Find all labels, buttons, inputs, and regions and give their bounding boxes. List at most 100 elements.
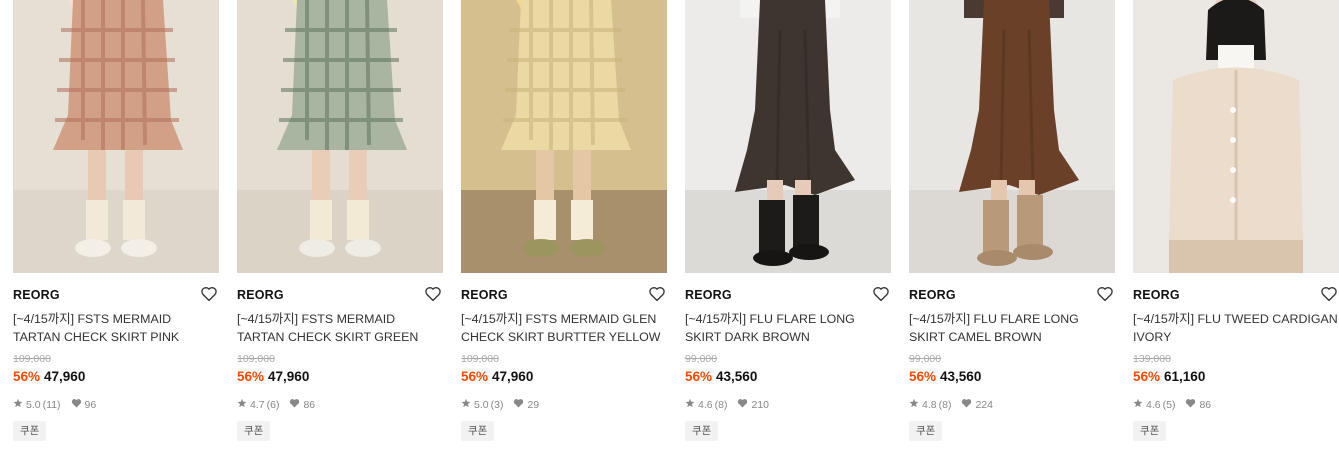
brand-name[interactable]: REORG xyxy=(13,288,60,302)
review-count: (11) xyxy=(42,398,61,411)
star-icon xyxy=(1133,398,1143,411)
rating-value: 5.0 xyxy=(474,398,489,411)
product-photo xyxy=(237,0,443,273)
product-title[interactable]: [~4/15까지] FSTS MERMAID TARTAN CHECK SKIR… xyxy=(13,310,221,346)
original-price: 99,000 xyxy=(909,353,942,365)
sale-price: 43,560 xyxy=(716,369,758,384)
product-image[interactable] xyxy=(237,0,443,273)
product-card[interactable]: REORG [~4/15까지] FSTS MERMAID TARTAN CHEC… xyxy=(237,0,443,455)
coupon-badge: 쿠폰 xyxy=(13,421,47,441)
product-image[interactable] xyxy=(461,0,667,273)
wishlist-heart-icon[interactable] xyxy=(200,285,218,303)
product-image[interactable] xyxy=(13,0,219,273)
product-photo xyxy=(1133,0,1339,273)
heart-count-icon xyxy=(513,398,524,411)
product-stats: 4.8 (8) 224 xyxy=(909,398,993,411)
brand-name[interactable]: REORG xyxy=(1133,288,1180,302)
brand-name[interactable]: REORG xyxy=(685,288,732,302)
star-icon xyxy=(685,398,695,411)
discount-rate: 56% xyxy=(13,369,41,384)
rating-value: 4.6 xyxy=(698,398,713,411)
discount-rate: 56% xyxy=(461,369,489,384)
coupon-badge: 쿠폰 xyxy=(461,421,495,441)
brand-name[interactable]: REORG xyxy=(237,288,284,302)
wishlist-heart-icon[interactable] xyxy=(424,285,442,303)
product-photo xyxy=(685,0,891,273)
brand-name[interactable]: REORG xyxy=(909,288,956,302)
coupon-badge: 쿠폰 xyxy=(685,421,719,441)
product-title[interactable]: [~4/15까지] FSTS MERMAID GLEN CHECK SKIRT … xyxy=(461,310,669,346)
price-line: 56% 61,160 xyxy=(1133,369,1205,384)
sale-price: 47,960 xyxy=(492,369,534,384)
like-count: 86 xyxy=(1199,398,1212,411)
product-grid: REORG [~4/15까지] FSTS MERMAID TARTAN CHEC… xyxy=(13,0,1339,455)
wishlist-heart-icon[interactable] xyxy=(1320,285,1338,303)
original-price: 99,000 xyxy=(685,353,718,365)
like-count: 96 xyxy=(84,398,97,411)
price-line: 56% 47,960 xyxy=(461,369,533,384)
product-photo xyxy=(909,0,1115,273)
product-card[interactable]: REORG [~4/15까지] FSTS MERMAID TARTAN CHEC… xyxy=(13,0,219,455)
product-image[interactable] xyxy=(685,0,891,273)
original-price: 109,000 xyxy=(237,353,275,365)
heart-count-icon xyxy=(1185,398,1196,411)
product-title[interactable]: [~4/15까지] FSTS MERMAID TARTAN CHECK SKIR… xyxy=(237,310,445,346)
product-stats: 4.6 (5) 86 xyxy=(1133,398,1211,411)
product-card[interactable]: REORG [~4/15까지] FLU FLARE LONG SKIRT CAM… xyxy=(909,0,1115,455)
sale-price: 47,960 xyxy=(268,369,310,384)
product-image[interactable] xyxy=(909,0,1115,273)
rating-value: 4.6 xyxy=(1146,398,1161,411)
price-line: 56% 47,960 xyxy=(13,369,85,384)
rating-value: 4.7 xyxy=(250,398,265,411)
product-card[interactable]: REORG [~4/15까지] FSTS MERMAID GLEN CHECK … xyxy=(461,0,667,455)
star-icon xyxy=(461,398,471,411)
review-count: (6) xyxy=(266,398,280,411)
product-card[interactable]: REORG [~4/15까지] FLU TWEED CARDIGAN IVORY… xyxy=(1133,0,1339,455)
product-stats: 5.0 (3) 29 xyxy=(461,398,539,411)
product-stats: 4.6 (8) 210 xyxy=(685,398,769,411)
wishlist-heart-icon[interactable] xyxy=(648,285,666,303)
wishlist-heart-icon[interactable] xyxy=(872,285,890,303)
coupon-badge: 쿠폰 xyxy=(909,421,943,441)
review-count: (8) xyxy=(938,398,952,411)
product-stats: 5.0 (11) 96 xyxy=(13,398,96,411)
discount-rate: 56% xyxy=(685,369,713,384)
sale-price: 43,560 xyxy=(940,369,982,384)
rating-value: 5.0 xyxy=(26,398,41,411)
star-icon xyxy=(909,398,919,411)
review-count: (3) xyxy=(490,398,504,411)
product-stats: 4.7 (6) 86 xyxy=(237,398,315,411)
heart-count-icon xyxy=(737,398,748,411)
sale-price: 47,960 xyxy=(44,369,86,384)
wishlist-heart-icon[interactable] xyxy=(1096,285,1114,303)
product-title[interactable]: [~4/15까지] FLU FLARE LONG SKIRT DARK BROW… xyxy=(685,310,893,346)
product-photo xyxy=(461,0,667,273)
discount-rate: 56% xyxy=(909,369,937,384)
product-image[interactable] xyxy=(1133,0,1339,273)
star-icon xyxy=(237,398,247,411)
product-title[interactable]: [~4/15까지] FLU TWEED CARDIGAN IVORY xyxy=(1133,310,1339,346)
original-price: 109,000 xyxy=(13,353,51,365)
discount-rate: 56% xyxy=(237,369,265,384)
review-count: (5) xyxy=(1162,398,1176,411)
discount-rate: 56% xyxy=(1133,369,1161,384)
product-card[interactable]: REORG [~4/15까지] FLU FLARE LONG SKIRT DAR… xyxy=(685,0,891,455)
sale-price: 61,160 xyxy=(1164,369,1206,384)
brand-name[interactable]: REORG xyxy=(461,288,508,302)
original-price: 139,000 xyxy=(1133,353,1171,365)
price-line: 56% 43,560 xyxy=(685,369,757,384)
price-line: 56% 43,560 xyxy=(909,369,981,384)
heart-count-icon xyxy=(961,398,972,411)
product-title[interactable]: [~4/15까지] FLU FLARE LONG SKIRT CAMEL BRO… xyxy=(909,310,1117,346)
coupon-badge: 쿠폰 xyxy=(237,421,271,441)
price-line: 56% 47,960 xyxy=(237,369,309,384)
like-count: 224 xyxy=(975,398,993,411)
original-price: 109,000 xyxy=(461,353,499,365)
like-count: 29 xyxy=(527,398,540,411)
product-photo xyxy=(13,0,219,273)
heart-count-icon xyxy=(71,398,82,411)
review-count: (8) xyxy=(714,398,728,411)
like-count: 86 xyxy=(303,398,316,411)
heart-count-icon xyxy=(289,398,300,411)
coupon-badge: 쿠폰 xyxy=(1133,421,1167,441)
